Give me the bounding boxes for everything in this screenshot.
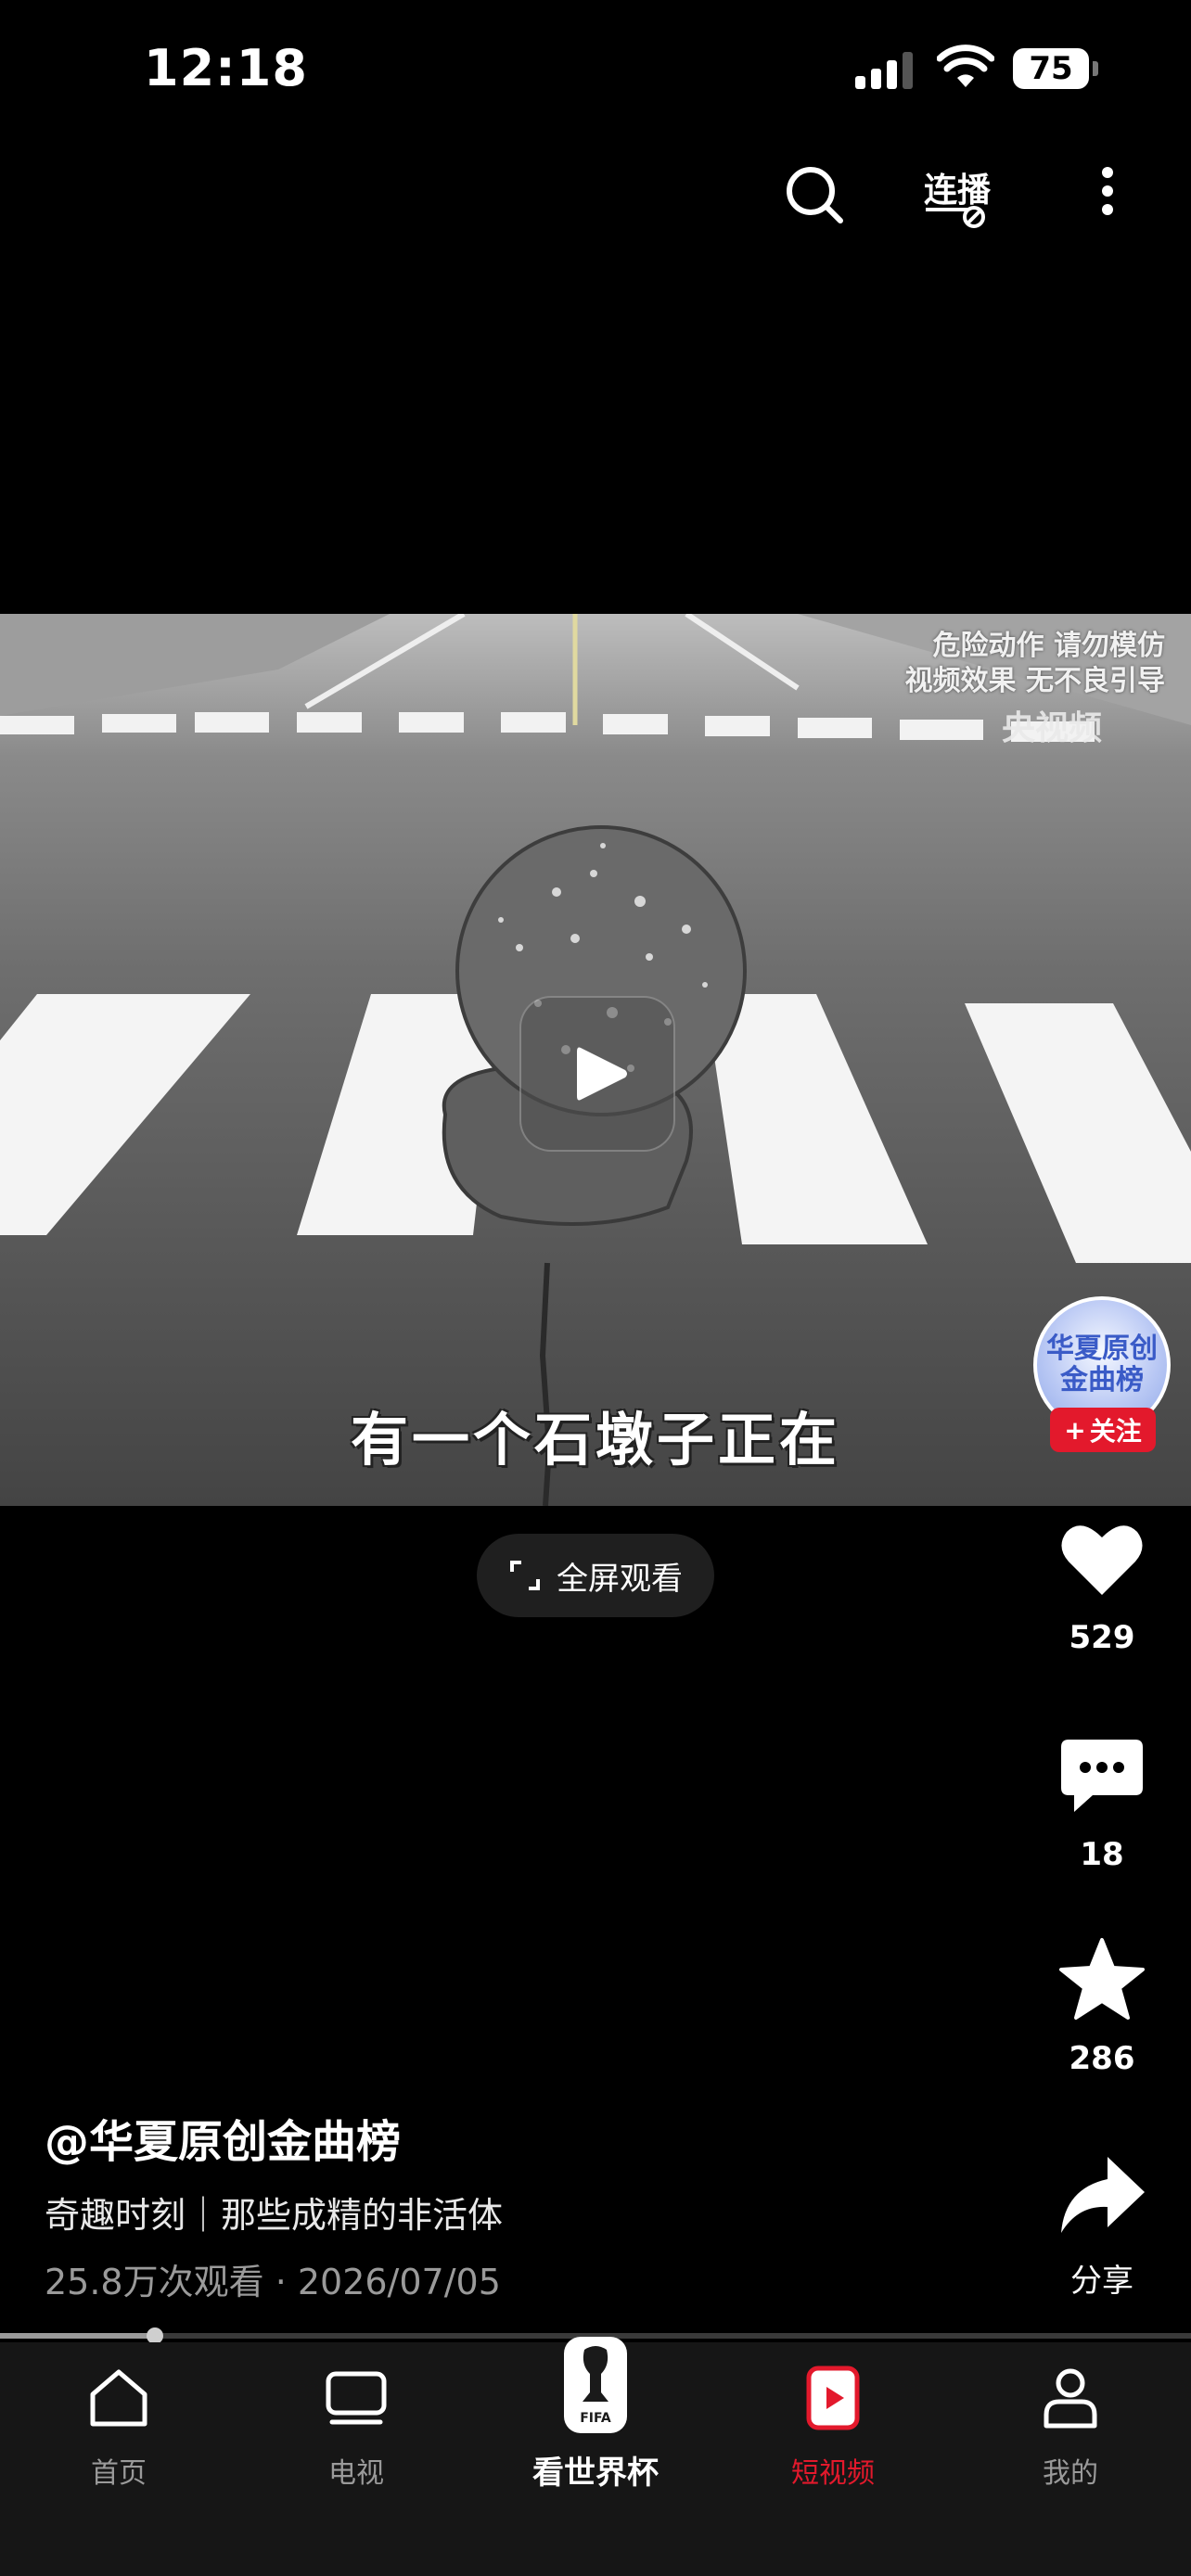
autoplay-off-icon bbox=[926, 206, 985, 228]
video-title: 奇趣时刻｜那些成精的非活体 bbox=[45, 2195, 504, 2236]
comment-button[interactable]: 18 bbox=[1039, 1730, 1165, 1873]
nav-worldcup[interactable]: FIFA 看世界杯 bbox=[521, 2337, 670, 2493]
nav-tv-label: 电视 bbox=[328, 2457, 384, 2490]
follow-button[interactable]: + 关注 bbox=[1050, 1408, 1156, 1452]
avatar-text-line2: 金曲榜 bbox=[1060, 1364, 1144, 1396]
favorite-count: 286 bbox=[1069, 2040, 1135, 2077]
share-arrow-icon bbox=[1061, 2157, 1145, 2233]
home-icon bbox=[90, 2369, 147, 2427]
comment-count: 18 bbox=[1080, 1836, 1124, 1873]
battery-cap bbox=[1093, 61, 1098, 76]
status-time: 12:18 bbox=[144, 39, 308, 97]
play-button[interactable] bbox=[519, 996, 675, 1152]
nav-short-video-label: 短视频 bbox=[791, 2457, 875, 2490]
channel-watermark-logo: 央视频 bbox=[1001, 709, 1102, 747]
search-icon[interactable] bbox=[781, 161, 848, 228]
fullscreen-label: 全屏观看 bbox=[557, 1560, 683, 1598]
video-subtitle: 有一个石墩子正在 bbox=[350, 1406, 840, 1473]
progress-fill bbox=[0, 2333, 155, 2339]
nav-tv[interactable]: 电视 bbox=[282, 2365, 430, 2491]
autoplay-label: 连播 bbox=[924, 172, 992, 210]
avatar-text-line1: 华夏原创 bbox=[1046, 1333, 1158, 1365]
svg-text:FIFA: FIFA bbox=[580, 2411, 611, 2426]
like-button[interactable]: 529 bbox=[1039, 1513, 1165, 1656]
more-options-icon[interactable] bbox=[1091, 163, 1124, 230]
nav-worldcup-label: 看世界杯 bbox=[532, 2455, 659, 2492]
video-warning-watermark: 危险动作 请勿模仿 视频效果 无不良引导 bbox=[905, 629, 1165, 699]
battery-indicator: 75 bbox=[1013, 48, 1089, 89]
nav-mine-label: 我的 bbox=[1043, 2457, 1098, 2490]
autoplay-toggle[interactable]: 连播 bbox=[924, 163, 998, 228]
like-count: 529 bbox=[1069, 1619, 1135, 1656]
follow-label: 关注 bbox=[1089, 1416, 1142, 1447]
watermark-line2: 视频效果 无不良引导 bbox=[904, 665, 1165, 697]
profile-icon bbox=[1044, 2368, 1097, 2429]
cellular-signal-icon bbox=[855, 52, 913, 89]
nav-home[interactable]: 首页 bbox=[45, 2365, 193, 2491]
watermark-line1: 危险动作 请勿模仿 bbox=[932, 630, 1165, 662]
share-button[interactable]: 分享 bbox=[1039, 2149, 1165, 2301]
fullscreen-button[interactable]: 全屏观看 bbox=[477, 1534, 714, 1617]
world-cup-trophy-icon: FIFA bbox=[564, 2337, 627, 2433]
nav-short-video[interactable]: 短视频 bbox=[759, 2365, 907, 2491]
author-name[interactable]: @华夏原创金曲榜 bbox=[45, 2105, 401, 2170]
nav-home-label: 首页 bbox=[91, 2457, 147, 2490]
tv-icon bbox=[326, 2371, 387, 2425]
fullscreen-icon bbox=[510, 1561, 540, 1590]
comment-icon bbox=[1061, 1740, 1143, 1812]
wifi-icon bbox=[937, 45, 994, 87]
heart-icon bbox=[1061, 1525, 1143, 1595]
play-icon bbox=[577, 1047, 627, 1101]
favorite-button[interactable]: 286 bbox=[1039, 1934, 1165, 2077]
short-video-icon bbox=[806, 2366, 860, 2430]
share-label: 分享 bbox=[1070, 2263, 1133, 2300]
plus-icon: + bbox=[1064, 1414, 1086, 1446]
star-icon bbox=[1059, 1938, 1145, 2020]
nav-mine[interactable]: 我的 bbox=[996, 2365, 1145, 2491]
video-meta: 25.8万次观看 · 2026/07/05 bbox=[45, 2262, 501, 2302]
